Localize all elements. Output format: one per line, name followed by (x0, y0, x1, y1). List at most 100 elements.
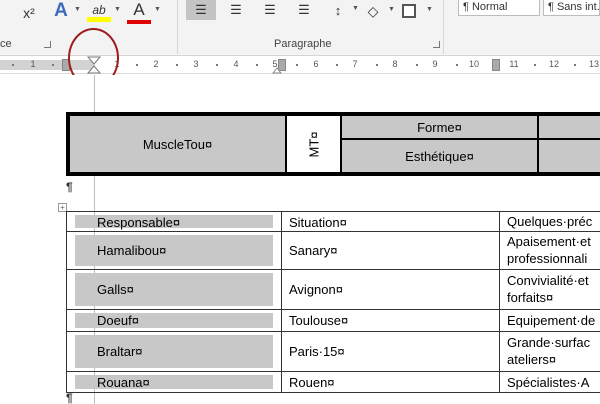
situation-text: Sanary¤ (289, 243, 338, 258)
details-cell[interactable]: Equipement·de (500, 310, 600, 331)
ruler-tick (376, 64, 378, 66)
details-cell[interactable]: Convivialité·et forfaits¤ (500, 270, 600, 309)
header-cell-clipped[interactable] (538, 115, 600, 139)
paint-bucket-icon: ◇ (367, 2, 379, 19)
font-color-icon: A (133, 0, 145, 19)
highlight-button[interactable]: ab (86, 0, 112, 24)
ruler-number: 12 (548, 59, 560, 69)
situation-cell[interactable]: Sanary¤ (282, 232, 500, 269)
table-row[interactable]: Rouana¤ Rouen¤ Spécialistes·A (66, 371, 600, 393)
ribbon-separator (177, 0, 178, 54)
ruler-tick (336, 64, 338, 66)
tab-stop-marker-icon[interactable] (272, 67, 282, 74)
style-normal[interactable]: ¶ Normal (458, 0, 540, 16)
situation-cell[interactable]: Paris·15¤ (282, 332, 500, 371)
situation-text: Toulouse¤ (289, 313, 349, 328)
font-color-button[interactable]: A (126, 0, 152, 24)
ruler-tick (456, 64, 458, 66)
esthetique-cell[interactable]: Esthétique¤ (341, 139, 538, 173)
align-left-button[interactable]: ☰ (186, 0, 216, 20)
style-sans-interligne[interactable]: ¶ Sans int. (543, 0, 600, 16)
details-text: Apaisement·et (507, 234, 591, 249)
ruler-tick (416, 64, 418, 66)
details-cell[interactable]: Spécialistes·A (500, 372, 600, 392)
vertical-text: MT¤ (306, 131, 321, 157)
line-spacing-button[interactable]: ↕ (324, 0, 352, 20)
details-cell[interactable]: Apaisement·et professionnali (500, 232, 600, 269)
align-center-icon: ☰ (230, 2, 242, 17)
table-column-marker[interactable] (492, 59, 500, 71)
responsable-cell[interactable]: Doeuf¤ (66, 310, 282, 331)
table-row[interactable]: Braltar¤ Paris·15¤ Grande·surfac ateliers… (66, 331, 600, 371)
table-row[interactable]: Responsable¤ Situation¤ Quelques·préc (66, 211, 600, 231)
text-effects-dropdown-icon[interactable]: ▼ (74, 6, 81, 13)
responsable-cell[interactable]: Responsable¤ (66, 212, 282, 231)
justify-button[interactable]: ☰ (290, 0, 318, 20)
shading-dropdown-icon[interactable]: ▼ (388, 6, 395, 13)
borders-button[interactable] (396, 0, 422, 22)
line-spacing-dropdown-icon[interactable]: ▼ (352, 5, 359, 12)
ruler-tick (12, 64, 14, 66)
ruler-tick (136, 64, 138, 66)
situation-text: Situation¤ (289, 215, 347, 230)
responsable-cell[interactable]: Rouana¤ (66, 372, 282, 392)
paragraph-mark: ¶ (66, 180, 73, 194)
font-dialog-launcher-icon[interactable] (44, 41, 51, 48)
responsable-text: Doeuf¤ (97, 313, 139, 328)
ruler-tick (534, 64, 536, 66)
ruler-text-area (95, 60, 600, 70)
align-right-icon: ☰ (264, 2, 276, 17)
responsable-text: Galls¤ (97, 282, 134, 297)
align-center-button[interactable]: ☰ (222, 0, 250, 20)
highlight-dropdown-icon[interactable]: ▼ (114, 6, 121, 13)
borders-dropdown-icon[interactable]: ▼ (426, 6, 433, 13)
text-effects-button[interactable]: A (50, 0, 72, 22)
details-text: ateliers¤ (507, 352, 557, 367)
forme-label: Forme¤ (417, 119, 462, 135)
highlight-icon: ab (92, 2, 106, 17)
font-color-dropdown-icon[interactable]: ▼ (154, 6, 161, 13)
align-right-button[interactable]: ☰ (256, 0, 284, 20)
ruler-number: 2 (153, 59, 159, 69)
table-row[interactable]: Hamalibou¤ Sanary¤ Apaisement·et professi… (66, 231, 600, 269)
situation-cell[interactable]: Rouen¤ (282, 372, 500, 392)
responsable-cell[interactable]: Braltar¤ (66, 332, 282, 371)
ruler-number: 3 (193, 59, 199, 69)
ruler-tick (296, 64, 298, 66)
situation-cell[interactable]: Avignon¤ (282, 270, 500, 309)
company-name-cell[interactable]: MuscleTou¤ (69, 115, 286, 173)
superscript-button[interactable]: x² (18, 2, 40, 24)
responsable-cell[interactable]: Hamalibou¤ (66, 232, 282, 269)
table-row[interactable]: Galls¤ Avignon¤ Convivialité·et forfaits¤ (66, 269, 600, 309)
responsable-cell[interactable]: Galls¤ (66, 270, 282, 309)
situation-cell[interactable]: Situation¤ (282, 212, 500, 231)
responsable-text: Hamalibou¤ (97, 243, 167, 258)
esthetique-label: Esthétique¤ (405, 148, 474, 164)
company-name: MuscleTou¤ (142, 136, 213, 152)
align-left-icon: ☰ (195, 2, 207, 17)
highlight-color-bar (87, 16, 111, 22)
details-cell[interactable]: Quelques·préc (500, 212, 600, 231)
superscript-icon: x² (23, 5, 35, 21)
table-row[interactable]: Doeuf¤ Toulouse¤ Equipement·de (66, 309, 600, 331)
forme-cell[interactable]: Forme¤ (341, 115, 538, 139)
vertical-text-cell[interactable]: MT¤ (286, 115, 341, 173)
details-cell[interactable]: Grande·surfac ateliers¤ (500, 332, 600, 371)
ruler-tick (256, 64, 258, 66)
text-effects-icon: A (54, 0, 68, 21)
header-table[interactable]: MuscleTou¤ MT¤ Forme¤ Esthétique¤ (66, 112, 600, 176)
paragraph-mark: ¶ (66, 391, 73, 404)
shading-button[interactable]: ◇ (360, 0, 386, 22)
situation-text: Rouen¤ (289, 375, 335, 390)
situation-cell[interactable]: Toulouse¤ (282, 310, 500, 331)
details-text: professionnali (507, 251, 588, 266)
responsable-text: Braltar¤ (97, 344, 143, 359)
situation-text: Paris·15¤ (289, 344, 345, 359)
ruler-number: 8 (392, 59, 398, 69)
ruler-number: 4 (233, 59, 239, 69)
ruler-tick (216, 64, 218, 66)
header-cell-clipped[interactable] (538, 139, 600, 173)
responsable-text: Responsable¤ (97, 215, 181, 230)
situation-text: Avignon¤ (289, 282, 343, 297)
paragraph-dialog-launcher-icon[interactable] (433, 41, 440, 48)
